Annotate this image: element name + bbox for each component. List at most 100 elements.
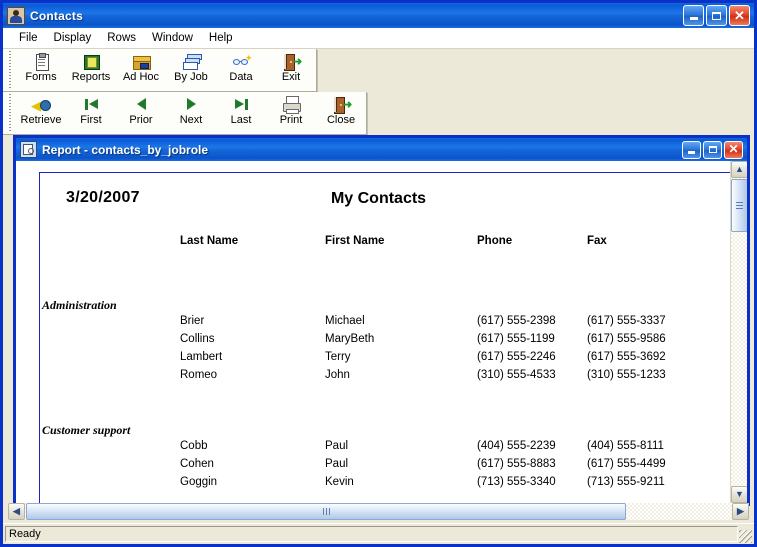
box-icon — [131, 53, 151, 70]
cell-first-name: Terry — [325, 351, 351, 363]
retrieve-arrow-icon: ◀ — [31, 96, 51, 113]
cell-first-name: John — [325, 369, 350, 381]
minimize-button[interactable] — [683, 5, 704, 26]
horizontal-scroll-thumb[interactable] — [26, 503, 626, 520]
status-message: Ready — [5, 526, 738, 542]
menu-item-file[interactable]: File — [11, 30, 46, 46]
resize-grip[interactable] — [739, 530, 752, 543]
cell-fax: (617) 555-3692 — [587, 351, 666, 363]
column-header-first-name: First Name — [325, 235, 385, 247]
cell-last-name: Brier — [180, 315, 205, 327]
cell-phone: (713) 555-3340 — [477, 476, 556, 488]
window-controls: ✕ — [683, 5, 750, 26]
report-window-controls: ✕ — [682, 140, 743, 159]
cell-phone: (310) 555-4533 — [477, 369, 556, 381]
exit-label: Exit — [281, 71, 301, 83]
toolbar-grip[interactable] — [7, 94, 13, 132]
menubar: File Display Rows Window Help — [3, 28, 754, 49]
main-toolbar: Forms Reports Ad Hoc By Job ✦ Data ➜ Exi… — [3, 49, 317, 92]
application-title: Contacts — [30, 8, 83, 23]
report-window: Report - contacts_by_jobrole ✕ 3/20/2007… — [13, 135, 750, 506]
column-header-phone: Phone — [477, 235, 513, 247]
vertical-scroll-thumb[interactable] — [731, 179, 747, 232]
scroll-right-button[interactable]: ▶ — [732, 503, 749, 520]
report-page: 3/20/2007 My Contacts Last Name First Na… — [39, 172, 730, 503]
first-button[interactable]: First — [66, 92, 116, 132]
scroll-left-button[interactable]: ◀ — [8, 503, 25, 520]
reports-label: Reports — [71, 71, 111, 83]
cell-last-name: Goggin — [180, 476, 218, 488]
contact-person-icon — [7, 6, 25, 25]
cell-phone: (404) 555-2239 — [477, 440, 556, 452]
mdi-client-area: Report - contacts_by_jobrole ✕ 3/20/2007… — [3, 135, 754, 523]
report-close-button[interactable]: ✕ — [724, 140, 743, 159]
reports-button[interactable]: Reports — [66, 49, 116, 89]
menu-item-rows[interactable]: Rows — [99, 30, 144, 46]
print-label: Print — [279, 114, 303, 126]
menu-item-help[interactable]: Help — [201, 30, 241, 46]
cell-last-name: Cobb — [180, 440, 208, 452]
cell-phone: (617) 555-2246 — [477, 351, 556, 363]
print-button[interactable]: Print — [266, 92, 316, 132]
statusbar: Ready — [3, 523, 754, 544]
by-job-label: By Job — [174, 71, 208, 83]
report-vertical-scrollbar[interactable]: ▲ ▼ — [730, 161, 747, 503]
navigation-toolbar: ◀ Retrieve First Prior Next Last Print ➜… — [3, 92, 367, 135]
report-window-title: Report - contacts_by_jobrole — [42, 142, 209, 157]
by-job-button[interactable]: By Job — [166, 49, 216, 89]
retrieve-button[interactable]: ◀ Retrieve — [16, 92, 66, 132]
data-label: Data — [229, 71, 253, 83]
menu-item-window[interactable]: Window — [144, 30, 201, 46]
report-maximize-button[interactable] — [703, 140, 722, 159]
close-report-button[interactable]: ➜ Close — [316, 92, 366, 132]
printer-icon — [281, 95, 301, 114]
cell-first-name: MaryBeth — [325, 333, 375, 345]
ad-hoc-label: Ad Hoc — [122, 71, 160, 83]
scroll-up-button[interactable]: ▲ — [731, 161, 747, 178]
clipboard-icon — [31, 52, 51, 71]
column-header-last-name: Last Name — [180, 235, 239, 247]
report-window-body: 3/20/2007 My Contacts Last Name First Na… — [16, 161, 747, 503]
prior-label: Prior — [129, 114, 153, 126]
data-button[interactable]: ✦ Data — [216, 49, 266, 89]
application-titlebar: Contacts ✕ — [3, 3, 754, 28]
mdi-horizontal-scrollbar[interactable]: ◀ ▶ — [8, 503, 749, 520]
cell-first-name: Paul — [325, 440, 349, 452]
first-record-icon — [81, 96, 101, 113]
cell-fax: (617) 555-9586 — [587, 333, 666, 345]
maximize-button[interactable] — [706, 5, 727, 26]
cell-first-name: Paul — [325, 458, 349, 470]
cell-phone: (617) 555-2398 — [477, 315, 556, 327]
exit-button[interactable]: ➜ Exit — [266, 49, 316, 89]
book-icon — [81, 53, 101, 70]
cell-phone: (617) 555-1199 — [477, 333, 555, 345]
report-title: My Contacts — [330, 190, 427, 207]
exit-door-icon: ➜ — [331, 96, 352, 114]
group-header: Administration — [42, 298, 117, 312]
report-canvas: 3/20/2007 My Contacts Last Name First Na… — [16, 161, 730, 503]
cell-last-name: Romeo — [180, 369, 218, 381]
menu-item-display[interactable]: Display — [46, 30, 100, 46]
toolbar-grip[interactable] — [7, 51, 13, 89]
last-button[interactable]: Last — [216, 92, 266, 132]
ad-hoc-button[interactable]: Ad Hoc — [116, 49, 166, 89]
forms-label: Forms — [25, 71, 57, 83]
scroll-down-button[interactable]: ▼ — [731, 486, 747, 503]
forms-button[interactable]: Forms — [16, 49, 66, 89]
prior-button[interactable]: Prior — [116, 92, 166, 132]
close-label: Close — [326, 114, 356, 126]
report-minimize-button[interactable] — [682, 140, 701, 159]
report-titlebar: Report - contacts_by_jobrole ✕ — [16, 138, 747, 161]
close-button[interactable]: ✕ — [729, 5, 750, 26]
cell-last-name: Lambert — [180, 351, 223, 363]
cell-last-name: Collins — [180, 333, 215, 345]
retrieve-label: Retrieve — [20, 114, 62, 126]
cell-last-name: Cohen — [180, 458, 214, 470]
next-record-icon — [181, 96, 201, 113]
toolbar-zone: Forms Reports Ad Hoc By Job ✦ Data ➜ Exi… — [3, 49, 754, 135]
first-label: First — [80, 114, 102, 126]
application-window: Contacts ✕ File Display Rows Window Help… — [0, 0, 757, 547]
cell-first-name: Kevin — [325, 476, 354, 488]
next-button[interactable]: Next — [166, 92, 216, 132]
cell-fax: (713) 555-9211 — [587, 476, 665, 488]
